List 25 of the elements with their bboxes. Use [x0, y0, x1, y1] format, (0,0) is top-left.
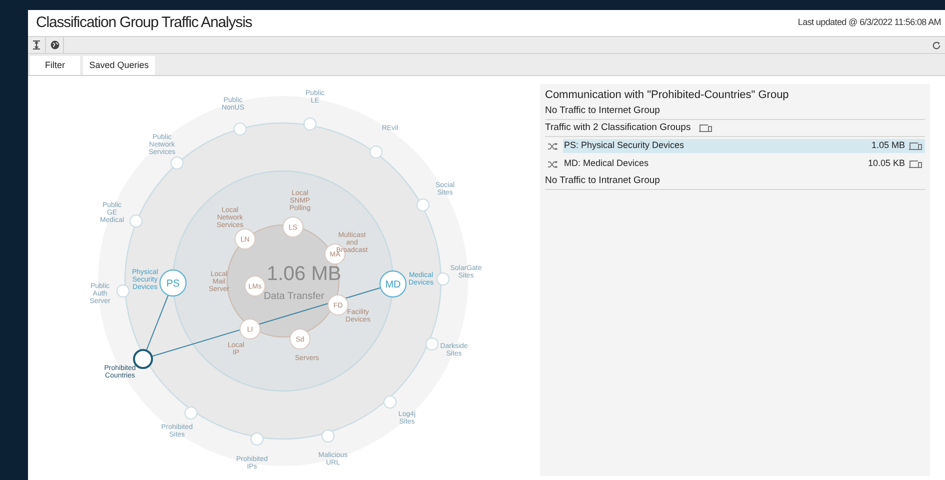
traffic-amount: 1.05 MB [871, 139, 905, 152]
group-row[interactable]: MD: Medical Devices 10.05 KB [563, 157, 925, 171]
group-note: No Traffic to Internet Group [545, 104, 660, 118]
page-title: Classification Group Traffic Analysis [36, 12, 252, 33]
node-abbreviation: PS [166, 278, 180, 290]
traffic-amount: 10.05 KB [868, 157, 905, 170]
device-icon[interactable] [909, 160, 922, 168]
group-name: MD: Medical Devices [564, 157, 649, 170]
tab[interactable]: Filter [30, 56, 80, 75]
group-heading: Traffic with 2 Classification Groups [545, 120, 691, 135]
tab[interactable]: Saved Queries [83, 56, 155, 75]
last-updated-text: Last updated @ 6/3/2022 11:56:08 AM [798, 16, 941, 30]
group-note: No Traffic to Intranet Group [545, 174, 660, 188]
total-value: 1.06 MB [266, 263, 342, 285]
group-name: PS: Physical Security Devices [564, 139, 684, 152]
device-icon[interactable] [909, 142, 922, 150]
shuffle-icon [548, 160, 558, 168]
group-node[interactable] [159, 269, 187, 297]
detail-title: Communication with "Prohibited-Countries" Group [545, 88, 790, 103]
shuffle-icon [548, 142, 558, 150]
total-caption: Data Transfer [264, 291, 324, 302]
group-node[interactable] [379, 270, 407, 298]
device-icon[interactable] [698, 124, 712, 132]
node-abbreviation: MD [385, 280, 401, 290]
group-row[interactable]: PS: Physical Security Devices 1.05 MB [563, 139, 925, 153]
